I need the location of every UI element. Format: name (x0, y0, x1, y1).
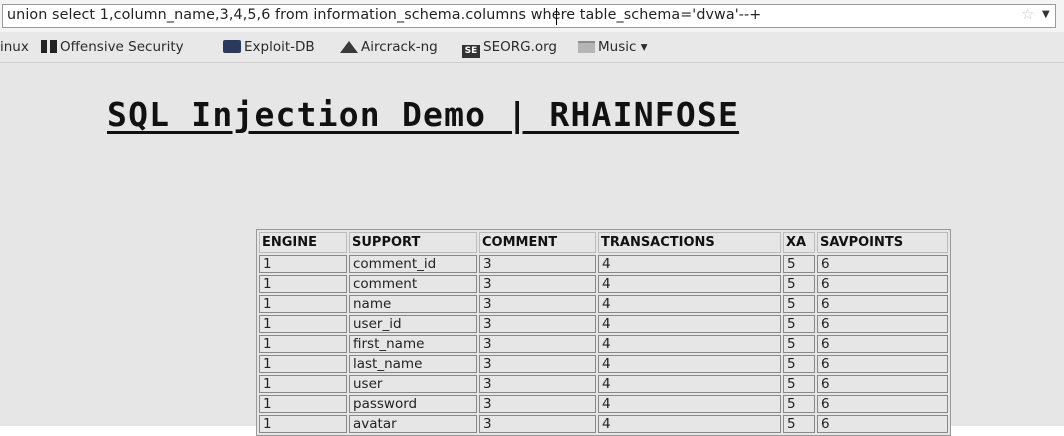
table-row: 1 comment_id 3 4 5 6 (259, 255, 948, 273)
column-header-engine: ENGINE (259, 232, 347, 253)
table-row: 1 password 3 4 5 6 (259, 395, 948, 413)
column-header-comment: COMMENT (479, 232, 596, 253)
table-cell: 3 (479, 375, 596, 393)
column-header-support: SUPPORT (349, 232, 477, 253)
bookmark-kali-linux[interactable]: inux (0, 39, 29, 55)
bookmark-label: Offensive Security (60, 39, 184, 55)
table-cell: user_id (349, 315, 477, 333)
bookmark-seorg[interactable]: SE SEORG.org (462, 39, 557, 58)
table-cell: 1 (259, 395, 347, 413)
table-cell: 4 (598, 335, 781, 353)
table-cell: 3 (479, 295, 596, 313)
table-cell: 5 (783, 295, 815, 313)
table-cell: 4 (598, 415, 781, 433)
table-cell: 1 (259, 255, 347, 273)
offsec-icon (41, 40, 57, 53)
table-cell: 1 (259, 415, 347, 433)
bookmark-offensive-security[interactable]: Offensive Security (41, 39, 184, 55)
table-cell: 5 (783, 395, 815, 413)
table-cell: last_name (349, 355, 477, 373)
table-cell: 3 (479, 255, 596, 273)
bookmarks-toolbar: inux Offensive Security Exploit-DB Aircr… (0, 32, 1064, 63)
bookmark-label: Exploit-DB (244, 39, 315, 55)
table-cell: 1 (259, 375, 347, 393)
table-cell: 3 (479, 315, 596, 333)
table-cell: 1 (259, 335, 347, 353)
table-cell: 5 (783, 275, 815, 293)
table-row: 1 first_name 3 4 5 6 (259, 335, 948, 353)
table-cell: name (349, 295, 477, 313)
table-cell: 6 (817, 355, 948, 373)
table-cell: 5 (783, 375, 815, 393)
table-cell: 6 (817, 295, 948, 313)
bookmark-folder-music[interactable]: Music ▾ (578, 39, 647, 55)
table-cell: 4 (598, 375, 781, 393)
table-cell: comment (349, 275, 477, 293)
page-title: SQL Injection Demo | RHAINFOSE (107, 95, 740, 134)
table-cell: 3 (479, 335, 596, 353)
url-text[interactable]: union select 1,column_name,3,4,5,6 from … (7, 7, 761, 23)
table-cell: 3 (479, 355, 596, 373)
table-cell: 6 (817, 395, 948, 413)
table-cell: 5 (783, 255, 815, 273)
table-cell: 6 (817, 415, 948, 433)
table-cell: 1 (259, 355, 347, 373)
table-cell: 6 (817, 335, 948, 353)
table-cell: avatar (349, 415, 477, 433)
table-cell: 1 (259, 295, 347, 313)
table-cell: 4 (598, 255, 781, 273)
table-row: 1 user_id 3 4 5 6 (259, 315, 948, 333)
table-cell: user (349, 375, 477, 393)
table-cell: 3 (479, 275, 596, 293)
column-header-savpoints: SAVPOINTS (817, 232, 948, 253)
table-cell: 4 (598, 395, 781, 413)
table-cell: 5 (783, 335, 815, 353)
seorg-icon: SE (462, 45, 480, 58)
table-cell: 6 (817, 255, 948, 273)
table-cell: 6 (817, 275, 948, 293)
url-input[interactable]: union select 1,column_name,3,4,5,6 from … (2, 4, 1056, 28)
bookmark-label: Music ▾ (598, 39, 648, 55)
table-cell: comment_id (349, 255, 477, 273)
table-cell: 4 (598, 355, 781, 373)
exploit-db-icon (223, 40, 241, 53)
text-caret (556, 8, 557, 25)
bookmark-label: inux (0, 39, 29, 55)
table-cell: 5 (783, 355, 815, 373)
table-row: 1 avatar 3 4 5 6 (259, 415, 948, 433)
bookmark-aircrack-ng[interactable]: Aircrack-ng (340, 39, 438, 55)
table-cell: password (349, 395, 477, 413)
bookmark-star-icon[interactable]: ☆ (1021, 5, 1034, 23)
aircrack-icon (340, 41, 358, 53)
table-cell: 3 (479, 395, 596, 413)
table-cell: 5 (783, 315, 815, 333)
folder-icon (578, 41, 595, 53)
bookmark-label: Aircrack-ng (361, 39, 438, 55)
url-dropdown-icon[interactable]: ▼ (1042, 9, 1050, 20)
column-header-xa: XA (783, 232, 815, 253)
page-content: SQL Injection Demo | RHAINFOSE ENGINE SU… (0, 63, 1064, 436)
table-cell: 4 (598, 275, 781, 293)
table-cell: 4 (598, 295, 781, 313)
table-cell: 6 (817, 375, 948, 393)
table-cell: 4 (598, 315, 781, 333)
table-row: 1 comment 3 4 5 6 (259, 275, 948, 293)
table-cell: first_name (349, 335, 477, 353)
table-cell: 1 (259, 315, 347, 333)
table-header-row: ENGINE SUPPORT COMMENT TRANSACTIONS XA S… (259, 232, 948, 253)
bookmark-exploit-db[interactable]: Exploit-DB (223, 39, 315, 55)
table-cell: 1 (259, 275, 347, 293)
table-row: 1 name 3 4 5 6 (259, 295, 948, 313)
table-row: 1 user 3 4 5 6 (259, 375, 948, 393)
table-cell: 6 (817, 315, 948, 333)
results-table: ENGINE SUPPORT COMMENT TRANSACTIONS XA S… (256, 229, 951, 436)
bookmark-label: SEORG.org (483, 39, 557, 55)
table-cell: 5 (783, 415, 815, 433)
navigation-bar: union select 1,column_name,3,4,5,6 from … (0, 0, 1064, 32)
table-row: 1 last_name 3 4 5 6 (259, 355, 948, 373)
column-header-transactions: TRANSACTIONS (598, 232, 781, 253)
table-cell: 3 (479, 415, 596, 433)
